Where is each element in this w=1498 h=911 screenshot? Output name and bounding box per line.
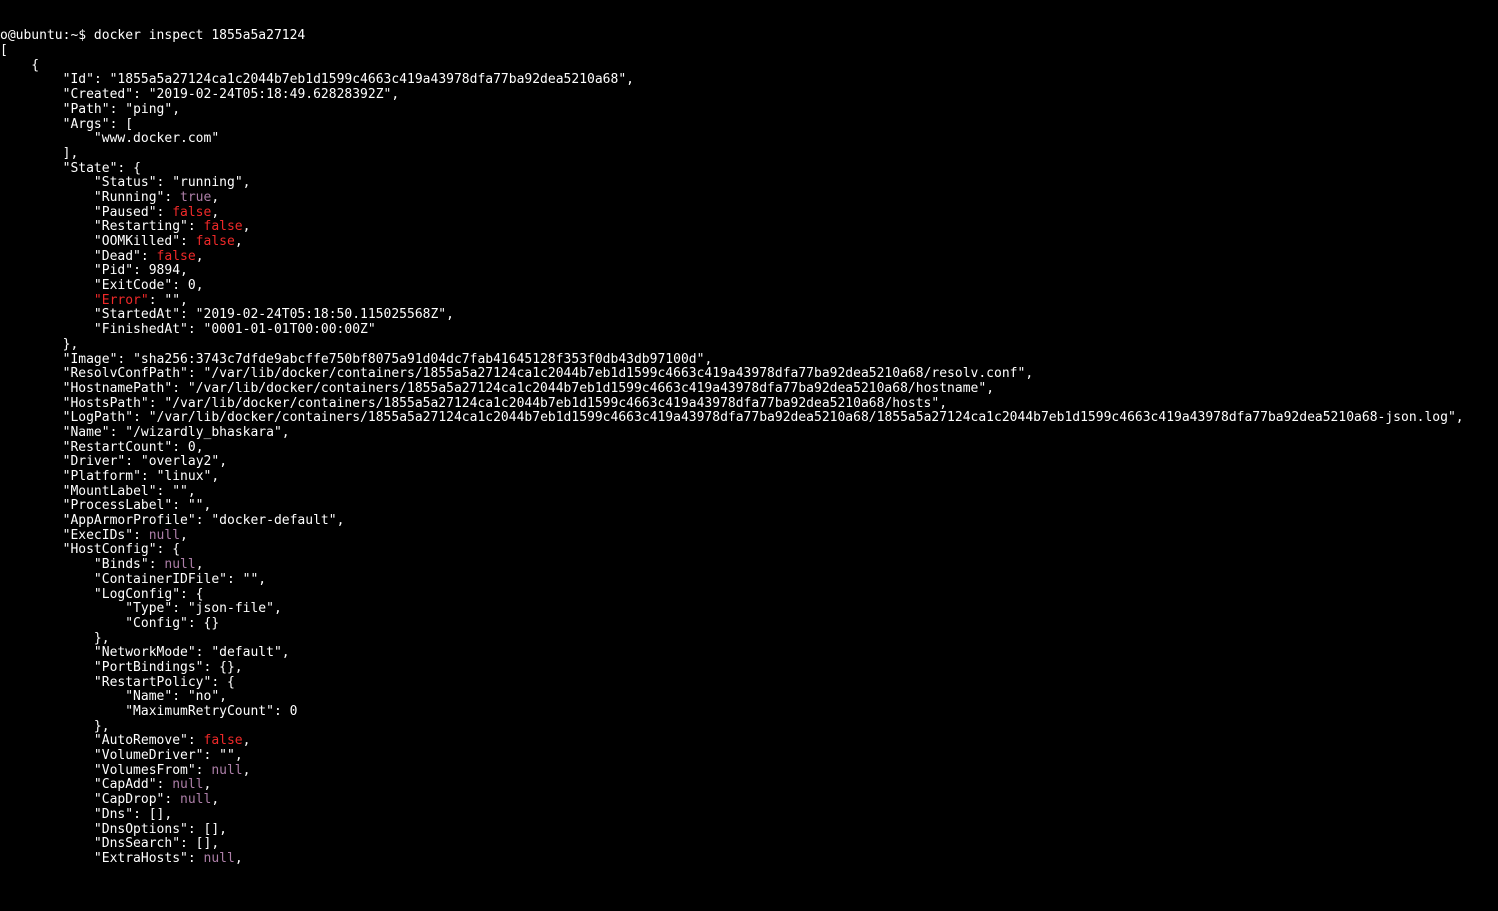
terminal-output[interactable]: o@ubuntu:~$ docker inspect 1855a5a27124 … (0, 29, 1498, 866)
